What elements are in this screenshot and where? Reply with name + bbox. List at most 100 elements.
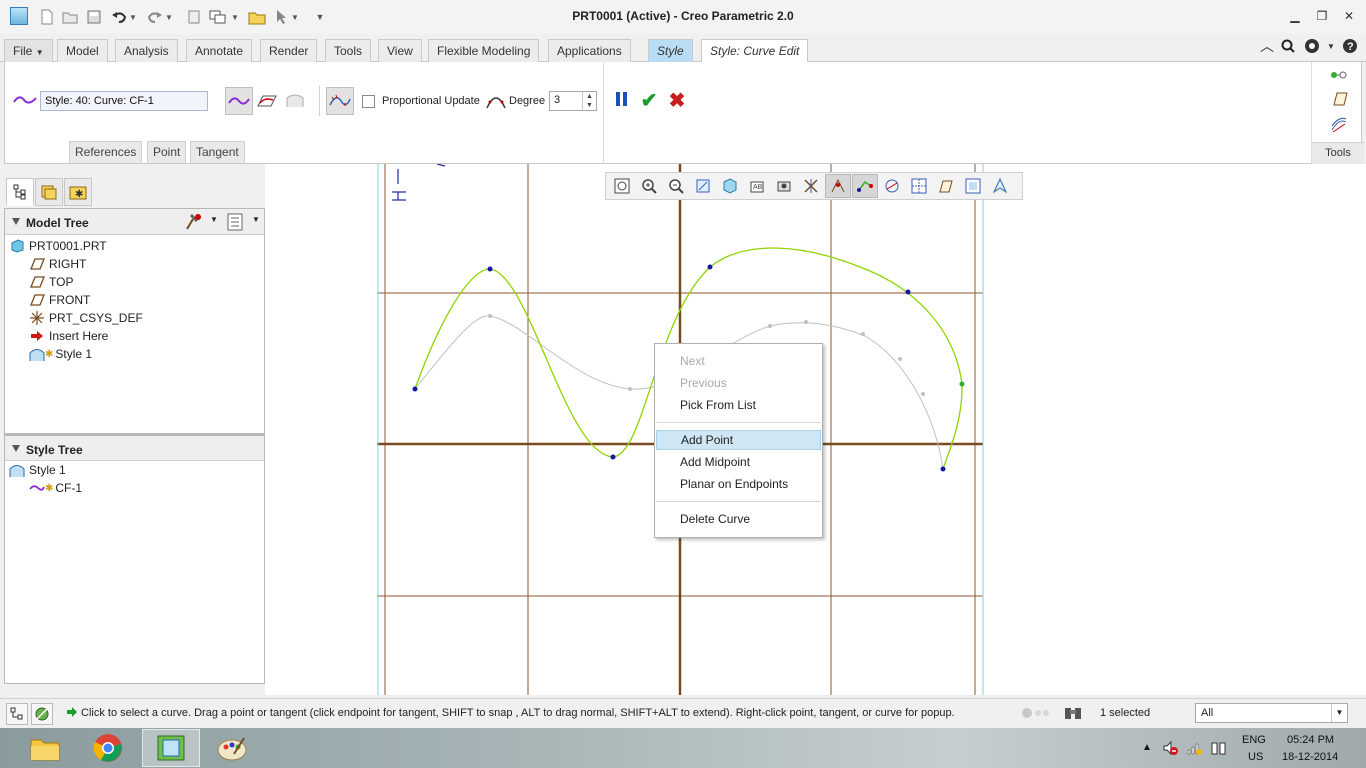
tab-flexible-modeling[interactable]: Flexible Modeling bbox=[428, 39, 540, 62]
help-community-icon[interactable] bbox=[1303, 37, 1321, 55]
cos-curve-button[interactable] bbox=[281, 87, 309, 115]
refit-icon[interactable] bbox=[609, 174, 635, 198]
saved-orientations-icon[interactable] bbox=[717, 174, 743, 198]
collapse-triangle-icon[interactable] bbox=[12, 218, 20, 225]
control-point[interactable] bbox=[412, 386, 418, 392]
show-hidden-icons-icon[interactable]: ▲ bbox=[1142, 742, 1152, 753]
menu-item-delete-curve[interactable]: Delete Curve bbox=[656, 509, 821, 529]
tab-analysis[interactable]: Analysis bbox=[115, 39, 178, 62]
tab-style-curve-edit[interactable]: Style: Curve Edit bbox=[701, 39, 809, 63]
settings-dropdown-icon[interactable]: ▼ bbox=[210, 215, 218, 224]
curvature-plot-button[interactable] bbox=[326, 87, 354, 115]
close-button[interactable]: ✕ bbox=[1338, 6, 1360, 26]
speaker-muted-icon[interactable] bbox=[1162, 740, 1178, 759]
tab-file[interactable]: File ▼ bbox=[4, 39, 53, 62]
tree-item-csys[interactable]: PRT_CSYS_DEF bbox=[29, 309, 143, 327]
tab-tangent[interactable]: Tangent bbox=[190, 141, 245, 163]
collapse-ribbon-icon[interactable]: ︿ bbox=[1258, 37, 1276, 55]
control-point[interactable] bbox=[905, 289, 911, 295]
selection-filter-dropdown[interactable]: All ▼ bbox=[1195, 703, 1348, 723]
tab-references[interactable]: References bbox=[69, 141, 143, 163]
search-icon[interactable] bbox=[1279, 37, 1297, 55]
planar-curve-button[interactable] bbox=[253, 87, 281, 115]
browser-toggle-icon[interactable] bbox=[31, 703, 53, 725]
control-point[interactable] bbox=[487, 266, 493, 272]
minimize-button[interactable]: ▁ bbox=[1284, 6, 1306, 26]
datum-display-icon[interactable] bbox=[798, 174, 824, 198]
surface-edit-icon[interactable] bbox=[1330, 116, 1348, 137]
file-explorer-icon[interactable] bbox=[16, 729, 74, 767]
display-style-icon[interactable]: AB bbox=[744, 174, 770, 198]
plane-orient-icon[interactable] bbox=[933, 174, 959, 198]
help-dropdown-icon[interactable]: ▼ bbox=[1322, 37, 1340, 55]
restore-button[interactable]: ❐ bbox=[1311, 6, 1333, 26]
control-point[interactable] bbox=[610, 454, 616, 460]
cancel-x-icon[interactable]: ✖ bbox=[665, 88, 689, 112]
show-icon[interactable] bbox=[227, 213, 243, 234]
model-tree-tab-icon[interactable] bbox=[6, 178, 34, 206]
tab-model[interactable]: Model bbox=[57, 39, 108, 62]
input-region[interactable]: US bbox=[1248, 751, 1263, 763]
tab-view[interactable]: View bbox=[378, 39, 422, 62]
plane-icon[interactable] bbox=[1330, 92, 1348, 109]
style-tree-item-style[interactable]: Style 1 bbox=[9, 461, 66, 479]
tri-view-icon[interactable] bbox=[987, 174, 1013, 198]
selected-point[interactable] bbox=[959, 381, 965, 387]
input-language[interactable]: ENG bbox=[1242, 734, 1266, 746]
pause-icon[interactable] bbox=[616, 92, 628, 108]
folder-browser-tab-icon[interactable] bbox=[35, 178, 63, 206]
free-curve-button[interactable] bbox=[225, 87, 253, 115]
style-show-icon[interactable] bbox=[825, 174, 851, 198]
ok-check-icon[interactable]: ✔ bbox=[637, 88, 661, 112]
menu-item-previous[interactable]: Previous bbox=[656, 373, 821, 393]
menu-item-next[interactable]: Next bbox=[656, 351, 821, 371]
menu-item-pick-from-list[interactable]: Pick From List bbox=[656, 395, 821, 415]
find-binoculars-icon[interactable] bbox=[1063, 704, 1083, 725]
tab-render[interactable]: Render bbox=[260, 39, 318, 62]
tree-item-top[interactable]: TOP bbox=[29, 273, 73, 291]
action-center-icon[interactable] bbox=[1210, 740, 1228, 759]
tree-item-part[interactable]: PRT0001.PRT bbox=[9, 237, 107, 255]
chevron-down-icon[interactable]: ▼ bbox=[1331, 704, 1347, 722]
curvature-display-icon[interactable] bbox=[879, 174, 905, 198]
perspective-icon[interactable] bbox=[771, 174, 797, 198]
tree-item-right[interactable]: RIGHT bbox=[29, 255, 86, 273]
style-tree-item-curve[interactable]: ✱ CF-1 bbox=[29, 479, 82, 497]
curve-select-field[interactable]: Style: 40: Curve: CF-1 bbox=[40, 91, 208, 111]
show-points-icon[interactable] bbox=[852, 174, 878, 198]
favorites-tab-icon[interactable]: ✱ bbox=[64, 178, 92, 206]
tree-item-insert-here[interactable]: Insert Here bbox=[29, 327, 108, 345]
paint-icon[interactable] bbox=[203, 729, 261, 767]
zoom-in-icon[interactable] bbox=[636, 174, 662, 198]
zoom-out-icon[interactable] bbox=[663, 174, 689, 198]
window-view-icon[interactable] bbox=[960, 174, 986, 198]
chrome-icon[interactable] bbox=[79, 729, 137, 767]
degree-spinner[interactable]: 3 ▲ ▼ bbox=[549, 91, 597, 111]
tree-item-style[interactable]: ✱ Style 1 bbox=[29, 345, 92, 363]
navigator-toggle-icon[interactable] bbox=[6, 703, 28, 725]
tab-style[interactable]: Style bbox=[648, 39, 693, 62]
collapse-triangle-icon[interactable] bbox=[12, 445, 20, 452]
grid-display-icon[interactable] bbox=[906, 174, 932, 198]
tab-annotate[interactable]: Annotate bbox=[186, 39, 253, 62]
repaint-icon[interactable] bbox=[690, 174, 716, 198]
graphics-window[interactable]: AB Next Previous Pick From List Add Poin… bbox=[265, 164, 1366, 695]
menu-item-add-midpoint[interactable]: Add Midpoint bbox=[656, 452, 821, 472]
help-icon[interactable]: ? bbox=[1341, 37, 1359, 55]
clock-time[interactable]: 05:24 PM bbox=[1287, 734, 1334, 746]
menu-item-planar-on-endpoints[interactable]: Planar on Endpoints bbox=[656, 474, 821, 494]
tab-applications[interactable]: Applications bbox=[548, 39, 631, 62]
tree-settings-icon[interactable] bbox=[184, 213, 202, 234]
control-point[interactable] bbox=[707, 264, 713, 270]
network-icon[interactable] bbox=[1186, 740, 1202, 759]
control-point[interactable] bbox=[940, 466, 946, 472]
connect-icon[interactable] bbox=[1330, 68, 1348, 85]
tab-point[interactable]: Point bbox=[147, 141, 187, 163]
menu-item-add-point[interactable]: Add Point bbox=[656, 430, 821, 450]
clock-date[interactable]: 18-12-2014 bbox=[1282, 751, 1338, 763]
proportional-update-checkbox[interactable] bbox=[362, 95, 375, 108]
spinner-arrows-icon[interactable]: ▲ ▼ bbox=[582, 92, 596, 110]
show-dropdown-icon[interactable]: ▼ bbox=[252, 215, 260, 224]
tree-item-front[interactable]: FRONT bbox=[29, 291, 90, 309]
tab-tools[interactable]: Tools bbox=[325, 39, 372, 62]
